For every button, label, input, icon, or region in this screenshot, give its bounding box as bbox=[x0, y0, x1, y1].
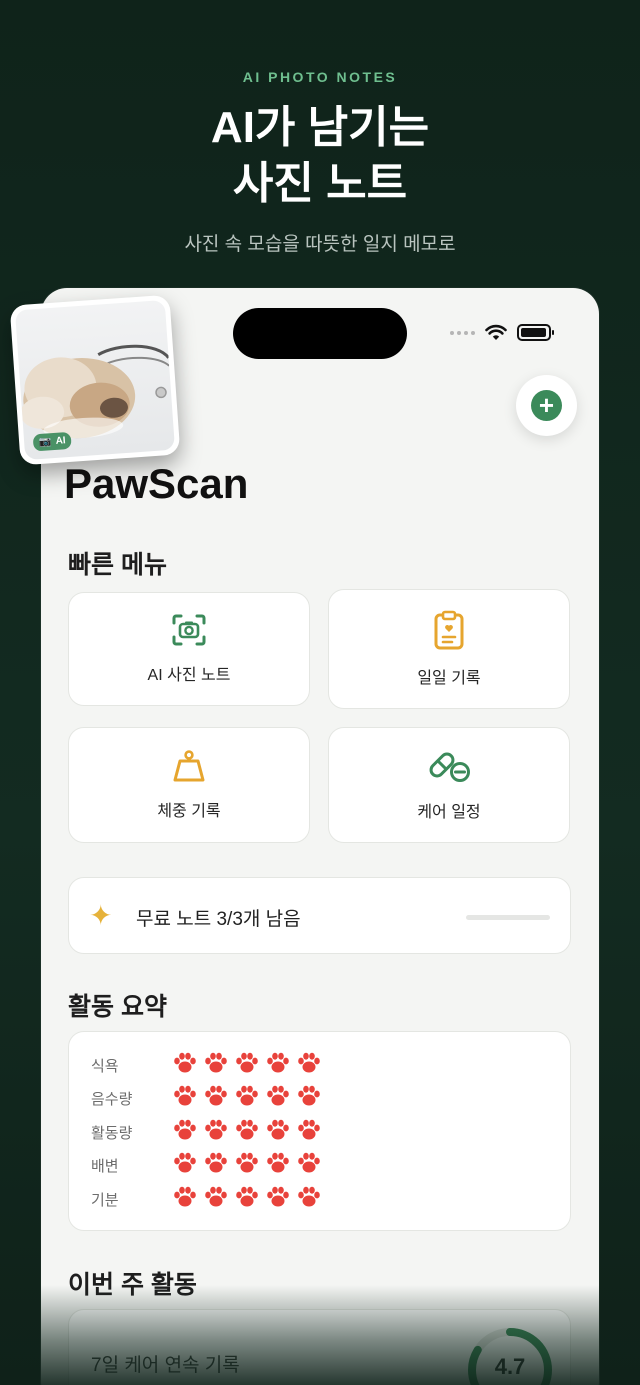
paw-icon bbox=[266, 1085, 290, 1112]
quick-menu-title: 빠른 메뉴 bbox=[68, 551, 167, 579]
menu-care-schedule[interactable]: 케어 일정 bbox=[328, 727, 570, 843]
paw-icon bbox=[297, 1152, 321, 1179]
activity-summary-card: 식욕음수량활동량배변기분 bbox=[68, 1031, 571, 1231]
activity-label: 배변 bbox=[91, 1158, 119, 1175]
paw-icon bbox=[173, 1052, 197, 1079]
ai-badge: 📷 AI bbox=[32, 431, 73, 452]
paw-icon bbox=[235, 1119, 259, 1146]
paw-icon bbox=[235, 1052, 259, 1079]
dynamic-island bbox=[233, 308, 407, 359]
pill-icon bbox=[429, 752, 470, 782]
menu-daily-record[interactable]: 일일 기록 bbox=[328, 589, 570, 709]
sparkle-icon: ✦ bbox=[89, 900, 113, 931]
clipboard-icon bbox=[434, 610, 464, 650]
activity-row: 배변 bbox=[91, 1152, 321, 1179]
ai-badge-label: AI bbox=[55, 435, 66, 447]
free-notes-progress bbox=[466, 915, 550, 920]
dog-photo: 📷 AI bbox=[14, 299, 176, 461]
paw-icon bbox=[173, 1085, 197, 1112]
plus-icon: + bbox=[531, 390, 562, 421]
activity-label: 음수량 bbox=[91, 1091, 133, 1108]
paw-icon bbox=[204, 1085, 228, 1112]
paw-icon bbox=[173, 1186, 197, 1213]
weekly-activity-title: 이번 주 활동 bbox=[68, 1271, 197, 1299]
paw-icon bbox=[266, 1186, 290, 1213]
paw-icon bbox=[235, 1085, 259, 1112]
paw-rating bbox=[173, 1119, 321, 1146]
app-title: PawScan bbox=[64, 460, 249, 507]
weight-icon bbox=[173, 750, 205, 782]
cellular-signal-icon bbox=[450, 330, 475, 335]
menu-ai-photo-note[interactable]: AI 사진 노트 bbox=[68, 592, 310, 706]
hero-headline-line1: AI가 남기는 bbox=[210, 103, 430, 152]
weekly-activity-card[interactable]: 7일 케어 연속 기록 4.7 bbox=[68, 1309, 571, 1385]
ai-photo-card: 📷 AI bbox=[9, 294, 181, 466]
battery-icon bbox=[517, 324, 554, 341]
activity-summary-title: 활동 요약 bbox=[68, 993, 167, 1021]
menu-label: 체중 기록 bbox=[157, 803, 221, 820]
paw-rating bbox=[173, 1085, 321, 1112]
add-button[interactable]: + bbox=[516, 375, 577, 436]
paw-rating bbox=[173, 1186, 321, 1213]
status-icons bbox=[450, 324, 554, 341]
streak-text: 7일 케어 연속 기록 bbox=[91, 1355, 240, 1376]
activity-row: 식욕 bbox=[91, 1052, 321, 1078]
score-value: 4.7 bbox=[494, 1354, 526, 1379]
paw-icon bbox=[173, 1152, 197, 1179]
activity-label: 활동량 bbox=[91, 1124, 133, 1142]
paw-rating bbox=[173, 1052, 321, 1079]
menu-label: AI 사진 노트 bbox=[147, 667, 231, 684]
camera-scan-icon bbox=[172, 614, 206, 646]
activity-row: 기분 bbox=[91, 1186, 321, 1212]
paw-icon bbox=[266, 1119, 290, 1146]
paw-icon bbox=[297, 1052, 321, 1079]
paw-icon bbox=[266, 1152, 290, 1179]
paw-icon bbox=[204, 1186, 228, 1213]
hero-headline: AI가 남기는 사진 노트 bbox=[0, 100, 640, 212]
paw-rating bbox=[173, 1152, 321, 1179]
paw-icon bbox=[297, 1119, 321, 1146]
free-notes-text: 무료 노트 3/3개 남음 bbox=[136, 909, 301, 930]
menu-weight-record[interactable]: 체중 기록 bbox=[68, 727, 310, 843]
paw-icon bbox=[235, 1152, 259, 1179]
hero-headline-line2: 사진 노트 bbox=[232, 159, 408, 208]
paw-icon bbox=[204, 1052, 228, 1079]
camera-icon: 📷 bbox=[38, 436, 53, 449]
free-notes-card[interactable]: ✦ 무료 노트 3/3개 남음 bbox=[68, 877, 571, 954]
paw-icon bbox=[173, 1119, 197, 1146]
menu-label: 케어 일정 bbox=[417, 804, 481, 821]
activity-label: 기분 bbox=[91, 1191, 119, 1209]
paw-icon bbox=[235, 1186, 259, 1213]
hero-eyebrow: AI PHOTO NOTES bbox=[242, 69, 398, 85]
paw-icon bbox=[204, 1152, 228, 1179]
paw-icon bbox=[204, 1119, 228, 1146]
menu-label: 일일 기록 bbox=[417, 670, 481, 687]
wifi-icon bbox=[485, 324, 507, 340]
paw-icon bbox=[266, 1052, 290, 1079]
activity-row: 활동량 bbox=[91, 1119, 321, 1145]
activity-row: 음수량 bbox=[91, 1085, 321, 1112]
paw-icon bbox=[297, 1186, 321, 1213]
activity-label: 식욕 bbox=[91, 1057, 119, 1075]
paw-icon bbox=[297, 1085, 321, 1112]
hero-subline: 사진 속 모습을 따뜻한 일지 메모로 bbox=[184, 234, 456, 255]
